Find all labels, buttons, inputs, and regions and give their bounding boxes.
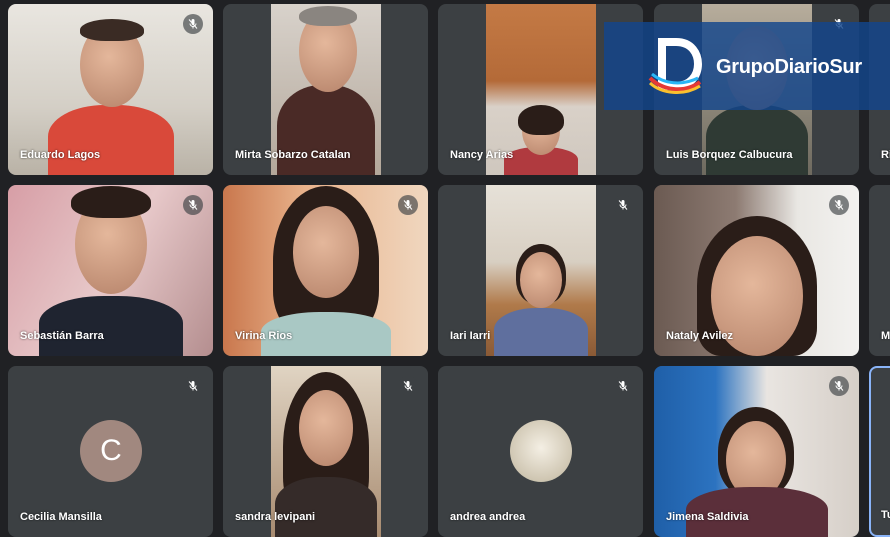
participant-name: Cecilia Mansilla (20, 511, 102, 523)
participant-tile-sebastian-barra[interactable]: Sebastián Barra (8, 185, 213, 356)
participant-tile-nataly-avilez[interactable]: Nataly Avilez (654, 185, 859, 356)
mic-off-icon (829, 195, 849, 215)
participant-name: Iari Iarri (450, 330, 491, 342)
mic-off-icon (613, 376, 633, 396)
participant-name: Eduardo Lagos (20, 149, 101, 161)
mic-off-icon (183, 195, 203, 215)
participant-video-figure (486, 244, 596, 356)
mic-off-icon (613, 195, 633, 215)
brand-logo-icon (648, 38, 702, 94)
mic-off-icon (398, 376, 418, 396)
participant-tile-tu[interactable]: Tu (869, 366, 890, 537)
participant-name: Jimena Saldivia (666, 511, 749, 523)
participant-tile-iari-iarri[interactable]: Iari Iarri (438, 185, 643, 356)
participant-video-figure (486, 105, 596, 175)
participant-name: Luis Borquez Calbucura (666, 149, 793, 161)
participant-name: andrea andrea (450, 511, 526, 523)
participant-name: Nancy Arias (450, 149, 514, 161)
participant-tile-m[interactable]: M (869, 185, 890, 356)
participant-tile-cecilia-mansilla[interactable]: C Cecilia Mansilla (8, 366, 213, 537)
participant-name: Nataly Avilez (666, 330, 734, 342)
participant-tile-eduardo-lagos[interactable]: Eduardo Lagos (8, 4, 213, 175)
avatar: C (80, 420, 142, 482)
mic-off-icon (183, 14, 203, 34)
participant-name: Ri (881, 149, 890, 161)
brand-name: GrupoDiarioSur (716, 56, 862, 78)
mic-off-icon (398, 195, 418, 215)
participant-name: Tu (881, 509, 890, 521)
participant-name: sandra levipani (235, 511, 316, 523)
participant-tile-jimena-saldivia[interactable]: Jimena Saldivia (654, 366, 859, 537)
brand-watermark: GrupoDiarioSur (604, 22, 890, 110)
participant-name: Virina Rios (235, 330, 293, 342)
mic-off-icon (829, 376, 849, 396)
participant-tile-virina-rios[interactable]: Virina Rios (223, 185, 428, 356)
participant-name: M (881, 330, 890, 342)
mic-off-icon (183, 376, 203, 396)
participant-tile-andrea-andrea[interactable]: andrea andrea (438, 366, 643, 537)
participant-tile-mirta-sobarzo[interactable]: Mirta Sobarzo Catalan (223, 4, 428, 175)
participant-name: Sebastián Barra (20, 330, 104, 342)
avatar (510, 420, 572, 482)
participant-name: Mirta Sobarzo Catalan (235, 149, 351, 161)
participant-tile-sandra-levipani[interactable]: sandra levipani (223, 366, 428, 537)
